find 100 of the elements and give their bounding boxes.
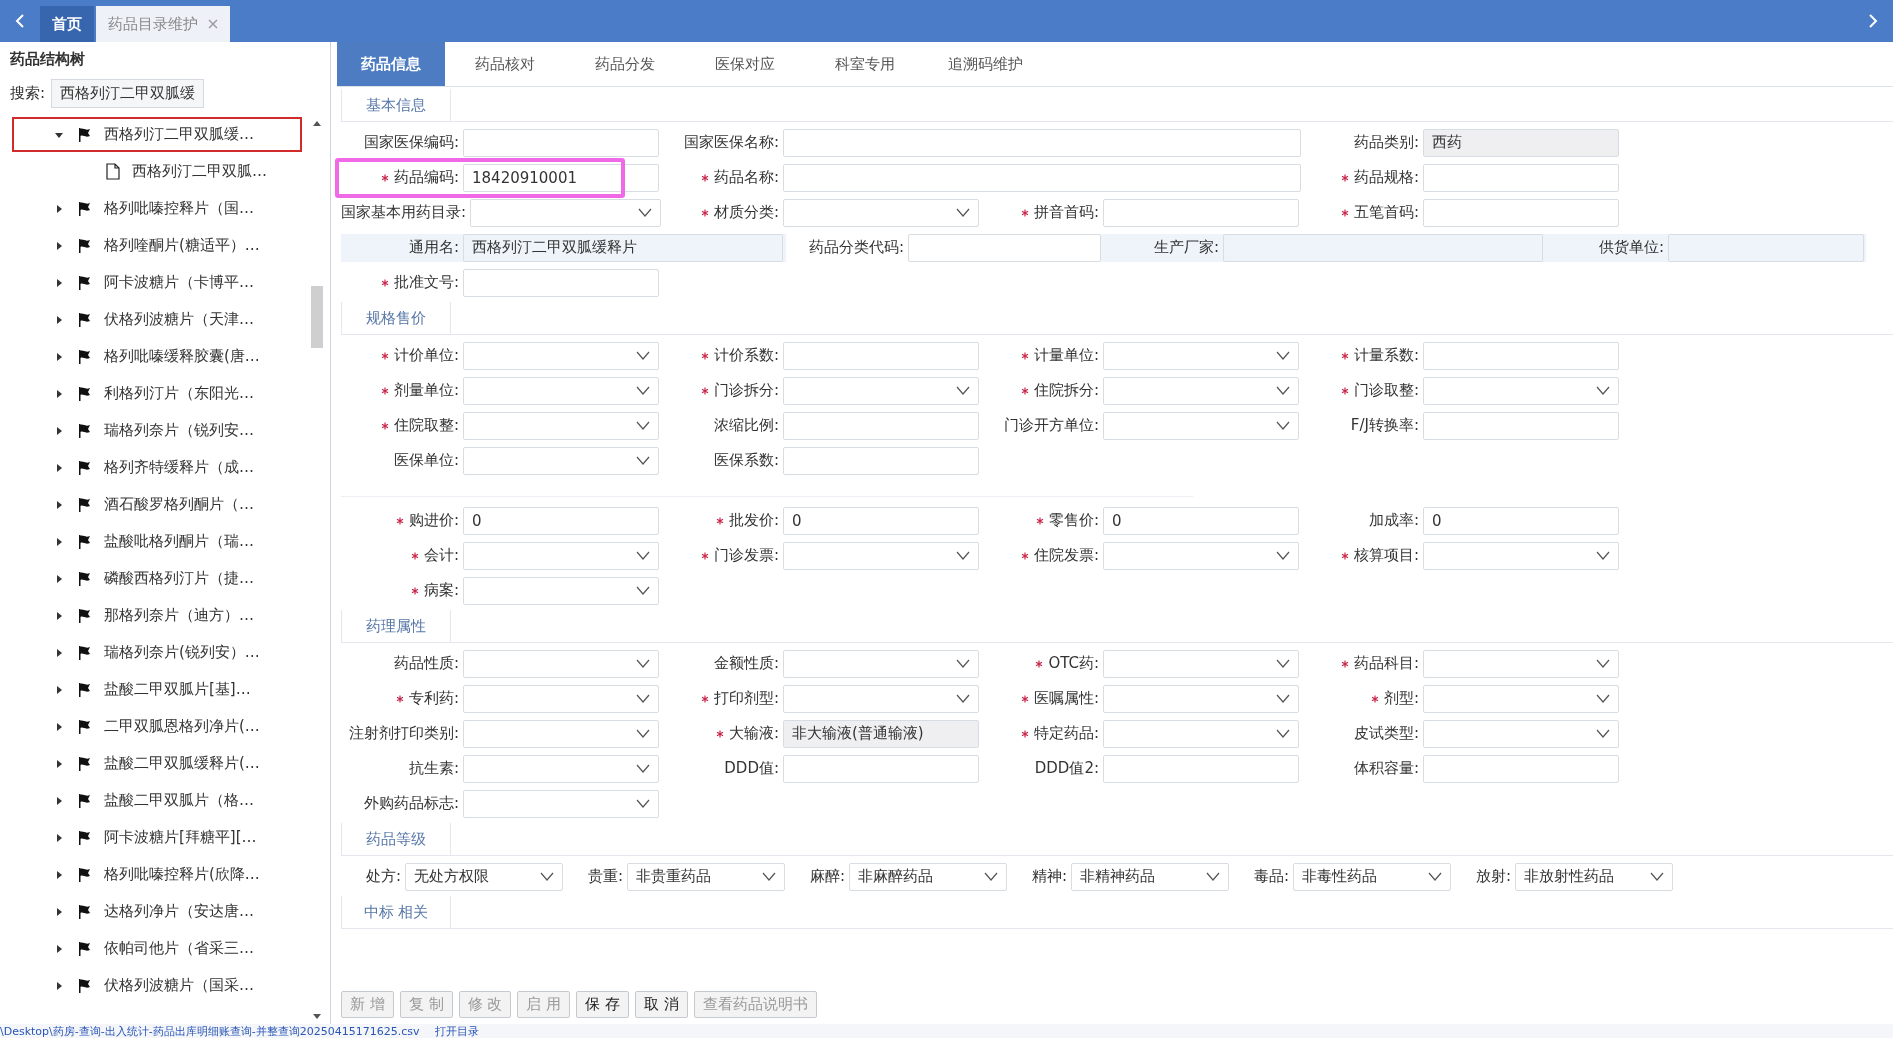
section-tab[interactable]: 药理属性 [341, 610, 451, 642]
chevron-down-icon[interactable] [984, 872, 998, 881]
chevron-down-icon[interactable] [1276, 351, 1290, 360]
tab[interactable]: 药品分发 [565, 42, 685, 86]
tree-item[interactable]: 瑞格列奈片（锐列安… [12, 413, 262, 448]
search-field[interactable]: 西格列汀二甲双胍缓 [51, 79, 205, 108]
tree-item[interactable]: 阿卡波糖片（卡博平… [12, 265, 262, 300]
section-tab[interactable]: 中标 相关 [341, 896, 451, 928]
dropdown-field[interactable] [1423, 376, 1619, 405]
input-field[interactable]: 0 [1423, 506, 1619, 535]
readonly-field[interactable]: 西药 [1423, 128, 1619, 157]
dropdown-field[interactable] [1103, 649, 1299, 678]
input-field[interactable]: 0 [783, 506, 979, 535]
tree-item[interactable]: 盐酸二甲双胍片[基]… [12, 672, 259, 707]
input-field[interactable] [1103, 754, 1299, 783]
dropdown-field[interactable] [470, 198, 661, 227]
dropdown-field[interactable]: 非贵重药品 [627, 862, 785, 891]
chevron-down-icon[interactable] [1276, 729, 1290, 738]
dropdown-field[interactable] [463, 754, 659, 783]
chevron-down-icon[interactable] [636, 764, 650, 773]
scroll-up-icon[interactable] [313, 120, 321, 126]
tree-item[interactable]: 利格列汀片（东阳光… [12, 376, 262, 411]
caret-right-icon[interactable] [54, 684, 64, 695]
tree-item[interactable]: 盐酸二甲双胍缓释片(… [12, 746, 268, 781]
input-field[interactable]: 18420910001 [463, 163, 659, 192]
dropdown-field[interactable] [1103, 719, 1299, 748]
dropdown-field[interactable] [783, 198, 979, 227]
dropdown-field[interactable]: 非精神药品 [1071, 862, 1229, 891]
readonly-field[interactable]: 非大输液(普通输液) [783, 719, 979, 748]
tab[interactable]: 追溯码维护 [925, 42, 1045, 86]
open-folder-link[interactable]: 打开目录 [435, 1023, 480, 1038]
input-field[interactable] [1423, 754, 1619, 783]
tree-item[interactable]: 伏格列波糖片（天津… [12, 302, 262, 337]
dropdown-field[interactable] [1423, 541, 1619, 570]
input-field[interactable] [463, 128, 659, 157]
input-field[interactable] [1103, 198, 1299, 227]
text-field[interactable]: 西格列汀二甲双胍缓释片 [463, 233, 783, 262]
tree-item[interactable]: 那格列奈片（迪方）… [12, 598, 262, 633]
caret-right-icon[interactable] [54, 795, 64, 806]
chevron-down-icon[interactable] [636, 386, 650, 395]
scrollbar-thumb[interactable] [311, 286, 323, 348]
section-tab[interactable]: 基本信息 [341, 89, 451, 121]
chevron-down-icon[interactable] [956, 551, 970, 560]
dropdown-field[interactable] [463, 719, 659, 748]
tree-item[interactable]: 阿卡波糖片[拜糖平][… [12, 820, 265, 855]
chevron-down-icon[interactable] [636, 729, 650, 738]
chevron-down-icon[interactable] [636, 659, 650, 668]
chevron-down-icon[interactable] [956, 659, 970, 668]
dropdown-field[interactable] [1103, 376, 1299, 405]
chevron-down-icon[interactable] [636, 799, 650, 808]
tree-item[interactable]: 格列齐特缓释片（成… [12, 450, 262, 485]
tree-item[interactable]: 瑞格列奈片(锐列安）… [12, 635, 268, 670]
dropdown-field[interactable] [463, 446, 659, 475]
tree-item[interactable]: 二甲双胍恩格列净片(… [12, 709, 268, 744]
chevron-down-icon[interactable] [1276, 386, 1290, 395]
caret-right-icon[interactable] [54, 758, 64, 769]
tree-item[interactable]: 达格列净片（安达唐… [12, 894, 262, 929]
chevron-left-icon[interactable] [14, 13, 26, 29]
chevron-down-icon[interactable] [1276, 694, 1290, 703]
tab[interactable]: 药品信息 [337, 42, 445, 86]
caret-right-icon[interactable] [54, 536, 64, 547]
tree-item[interactable]: 酒石酸罗格列酮片（… [12, 487, 262, 522]
chevron-down-icon[interactable] [1276, 659, 1290, 668]
chevron-down-icon[interactable] [636, 694, 650, 703]
caret-right-icon[interactable] [54, 832, 64, 843]
chevron-down-icon[interactable] [1276, 551, 1290, 560]
section-tab[interactable]: 规格售价 [341, 302, 451, 334]
dropdown-field[interactable] [1103, 684, 1299, 713]
action-button[interactable]: 取 消 [634, 991, 688, 1018]
dropdown-field[interactable] [1423, 684, 1619, 713]
caret-right-icon[interactable] [54, 980, 64, 991]
dropdown-field[interactable] [463, 376, 659, 405]
dropdown-field[interactable] [783, 541, 979, 570]
tree-item[interactable]: 西格列汀二甲双胍… [42, 154, 275, 189]
chevron-down-icon[interactable] [1596, 659, 1610, 668]
chevron-down-icon[interactable] [636, 421, 650, 430]
caret-right-icon[interactable] [54, 203, 64, 214]
chevron-down-icon[interactable] [956, 208, 970, 217]
dropdown-field[interactable] [783, 649, 979, 678]
chevron-right-icon[interactable] [1867, 13, 1879, 29]
input-field[interactable] [783, 163, 1301, 192]
input-field[interactable] [783, 754, 979, 783]
chevron-down-icon[interactable] [1596, 694, 1610, 703]
dropdown-field[interactable] [1103, 541, 1299, 570]
dropdown-field[interactable] [463, 789, 659, 818]
caret-right-icon[interactable] [54, 499, 64, 510]
dropdown-field[interactable]: 无处方权限 [405, 862, 563, 891]
tab[interactable]: 科室专用 [805, 42, 925, 86]
text-field[interactable] [1223, 233, 1543, 262]
chevron-down-icon[interactable] [1596, 729, 1610, 738]
caret-right-icon[interactable] [54, 906, 64, 917]
chevron-down-icon[interactable] [762, 872, 776, 881]
input-field[interactable] [1423, 163, 1619, 192]
chevron-down-icon[interactable] [540, 872, 554, 881]
caret-right-icon[interactable] [54, 721, 64, 732]
input-field[interactable] [783, 446, 979, 475]
input-field[interactable] [908, 233, 1101, 262]
chevron-down-icon[interactable] [1596, 551, 1610, 560]
tree-item[interactable]: 格列吡嗪缓释胶囊(唐… [12, 339, 268, 374]
dropdown-field[interactable] [783, 684, 979, 713]
